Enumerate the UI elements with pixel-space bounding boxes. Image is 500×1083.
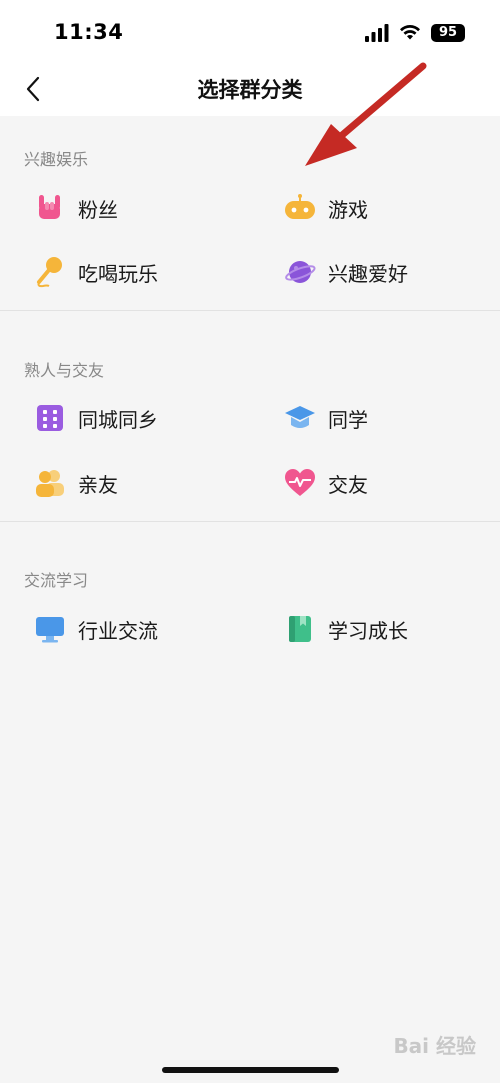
section-divider bbox=[0, 521, 500, 522]
category-item-games[interactable]: 游戏 bbox=[284, 188, 368, 228]
category-item-study[interactable]: 学习成长 bbox=[284, 609, 408, 649]
microphone-icon bbox=[34, 256, 66, 288]
category-item-make-friends[interactable]: 交友 bbox=[284, 463, 368, 503]
wifi-icon bbox=[400, 24, 420, 40]
page-title: 选择群分类 bbox=[197, 78, 303, 102]
category-label: 兴趣爱好 bbox=[328, 261, 408, 286]
battery-indicator: 95 bbox=[431, 24, 465, 42]
category-item-fans[interactable]: 粉丝 bbox=[34, 188, 118, 228]
section-header-learning: 交流学习 bbox=[24, 571, 89, 590]
category-label: 吃喝玩乐 bbox=[78, 261, 158, 286]
category-label: 同学 bbox=[328, 407, 368, 432]
status-time: 11:34 bbox=[54, 20, 124, 44]
people-icon bbox=[34, 467, 66, 499]
category-label: 同城同乡 bbox=[78, 407, 158, 432]
game-robot-icon bbox=[284, 192, 316, 224]
section-divider bbox=[0, 310, 500, 311]
category-label: 亲友 bbox=[78, 472, 118, 497]
category-item-hobbies[interactable]: 兴趣爱好 bbox=[284, 252, 408, 292]
section-header-entertainment: 兴趣娱乐 bbox=[24, 150, 89, 169]
category-item-industry[interactable]: 行业交流 bbox=[34, 609, 158, 649]
category-item-food-fun[interactable]: 吃喝玩乐 bbox=[34, 252, 158, 292]
category-label: 学习成长 bbox=[328, 618, 408, 643]
monitor-icon bbox=[34, 613, 66, 645]
screen: 11:34 95 选择群分类 兴趣娱乐 粉丝 游戏 吃喝玩乐 兴趣爱好 熟人与交… bbox=[0, 0, 500, 1083]
category-label: 交友 bbox=[328, 472, 368, 497]
category-label: 行业交流 bbox=[78, 618, 158, 643]
home-indicator[interactable] bbox=[162, 1067, 339, 1073]
planet-icon bbox=[284, 256, 316, 288]
category-item-same-city[interactable]: 同城同乡 bbox=[34, 398, 158, 438]
category-label: 粉丝 bbox=[78, 197, 118, 222]
watermark: Bai 经验 bbox=[393, 1034, 476, 1058]
rock-hand-icon bbox=[34, 192, 66, 224]
nav-bar: 选择群分类 bbox=[0, 62, 500, 116]
status-bar: 11:34 95 bbox=[0, 0, 500, 62]
category-item-relatives[interactable]: 亲友 bbox=[34, 463, 118, 503]
graduation-cap-icon bbox=[284, 402, 316, 434]
section-header-acquaintances: 熟人与交友 bbox=[24, 361, 105, 380]
book-icon bbox=[284, 613, 316, 645]
cellular-signal-icon bbox=[365, 24, 389, 42]
category-item-classmates[interactable]: 同学 bbox=[284, 398, 368, 438]
category-label: 游戏 bbox=[328, 197, 368, 222]
building-icon bbox=[34, 402, 66, 434]
heart-pulse-icon bbox=[284, 467, 316, 499]
